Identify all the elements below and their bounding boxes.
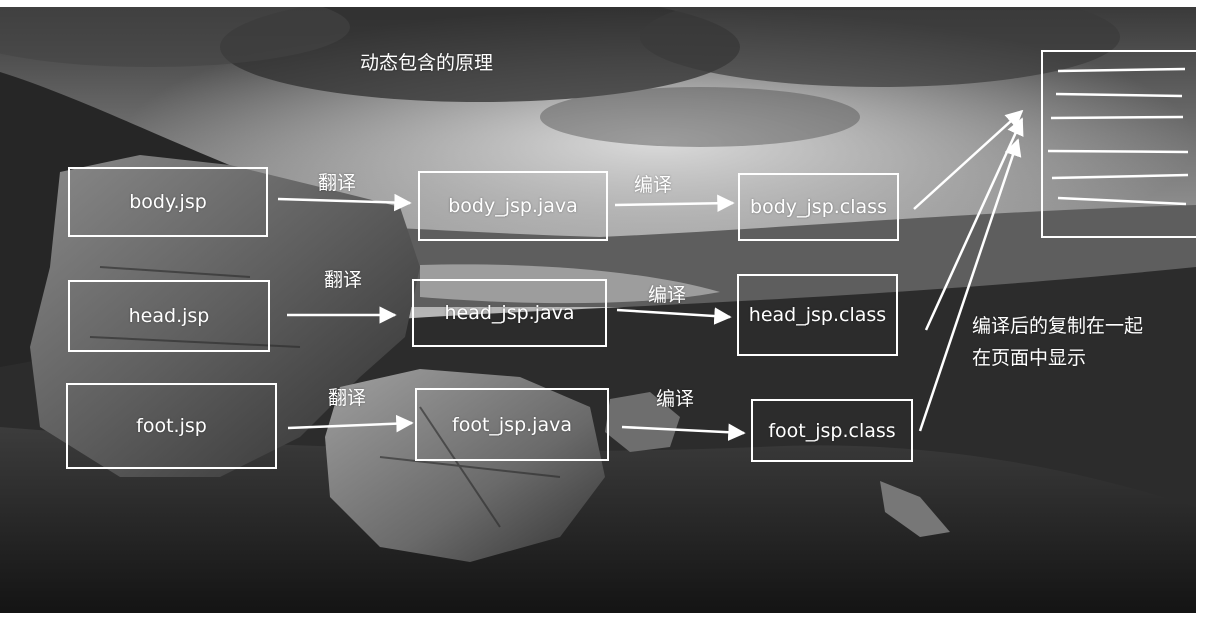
body-java-box: body_jsp.java xyxy=(418,171,608,241)
note-line-1: 编译后的复制在一起 xyxy=(972,315,1144,337)
arrow-body-jsp-to-java xyxy=(277,193,412,212)
note-line-2: 在页面中显示 xyxy=(972,347,1087,369)
translate-label-head: 翻译 xyxy=(324,269,363,291)
compile-label-head: 编译 xyxy=(648,284,687,306)
foot-jsp-box: foot.jsp xyxy=(66,383,277,469)
arrow-body-java-to-class xyxy=(614,194,735,213)
translate-label-body: 翻译 xyxy=(318,172,357,194)
arrow-body-class-to-result xyxy=(913,109,1024,210)
translate-label-foot: 翻译 xyxy=(328,387,367,409)
arrow-foot-jsp-to-java xyxy=(287,414,414,433)
arrow-head-java-to-class xyxy=(616,307,732,325)
arrow-foot-class-to-result xyxy=(918,138,1022,432)
compile-label-body: 编译 xyxy=(634,174,673,196)
diagram-title: 动态包含的原理 xyxy=(360,52,494,74)
arrow-head-class-to-result xyxy=(924,117,1024,331)
head-jsp-box: head.jsp xyxy=(68,280,270,352)
head-java-box: head_jsp.java xyxy=(412,279,607,347)
diagram-canvas: 动态包含的原理 body.jsp 翻译 body_jsp.java 编译 bod… xyxy=(0,7,1196,613)
compile-label-foot: 编译 xyxy=(656,388,695,410)
body-jsp-box: body.jsp xyxy=(68,167,268,237)
result-page-box xyxy=(1041,50,1196,238)
foot-class-box: foot_jsp.class xyxy=(751,399,913,462)
body-class-box: body_jsp.class xyxy=(738,173,899,241)
foot-java-box: foot_jsp.java xyxy=(415,388,609,461)
arrow-foot-java-to-class xyxy=(621,423,746,441)
head-class-box: head_jsp.class xyxy=(737,274,898,356)
